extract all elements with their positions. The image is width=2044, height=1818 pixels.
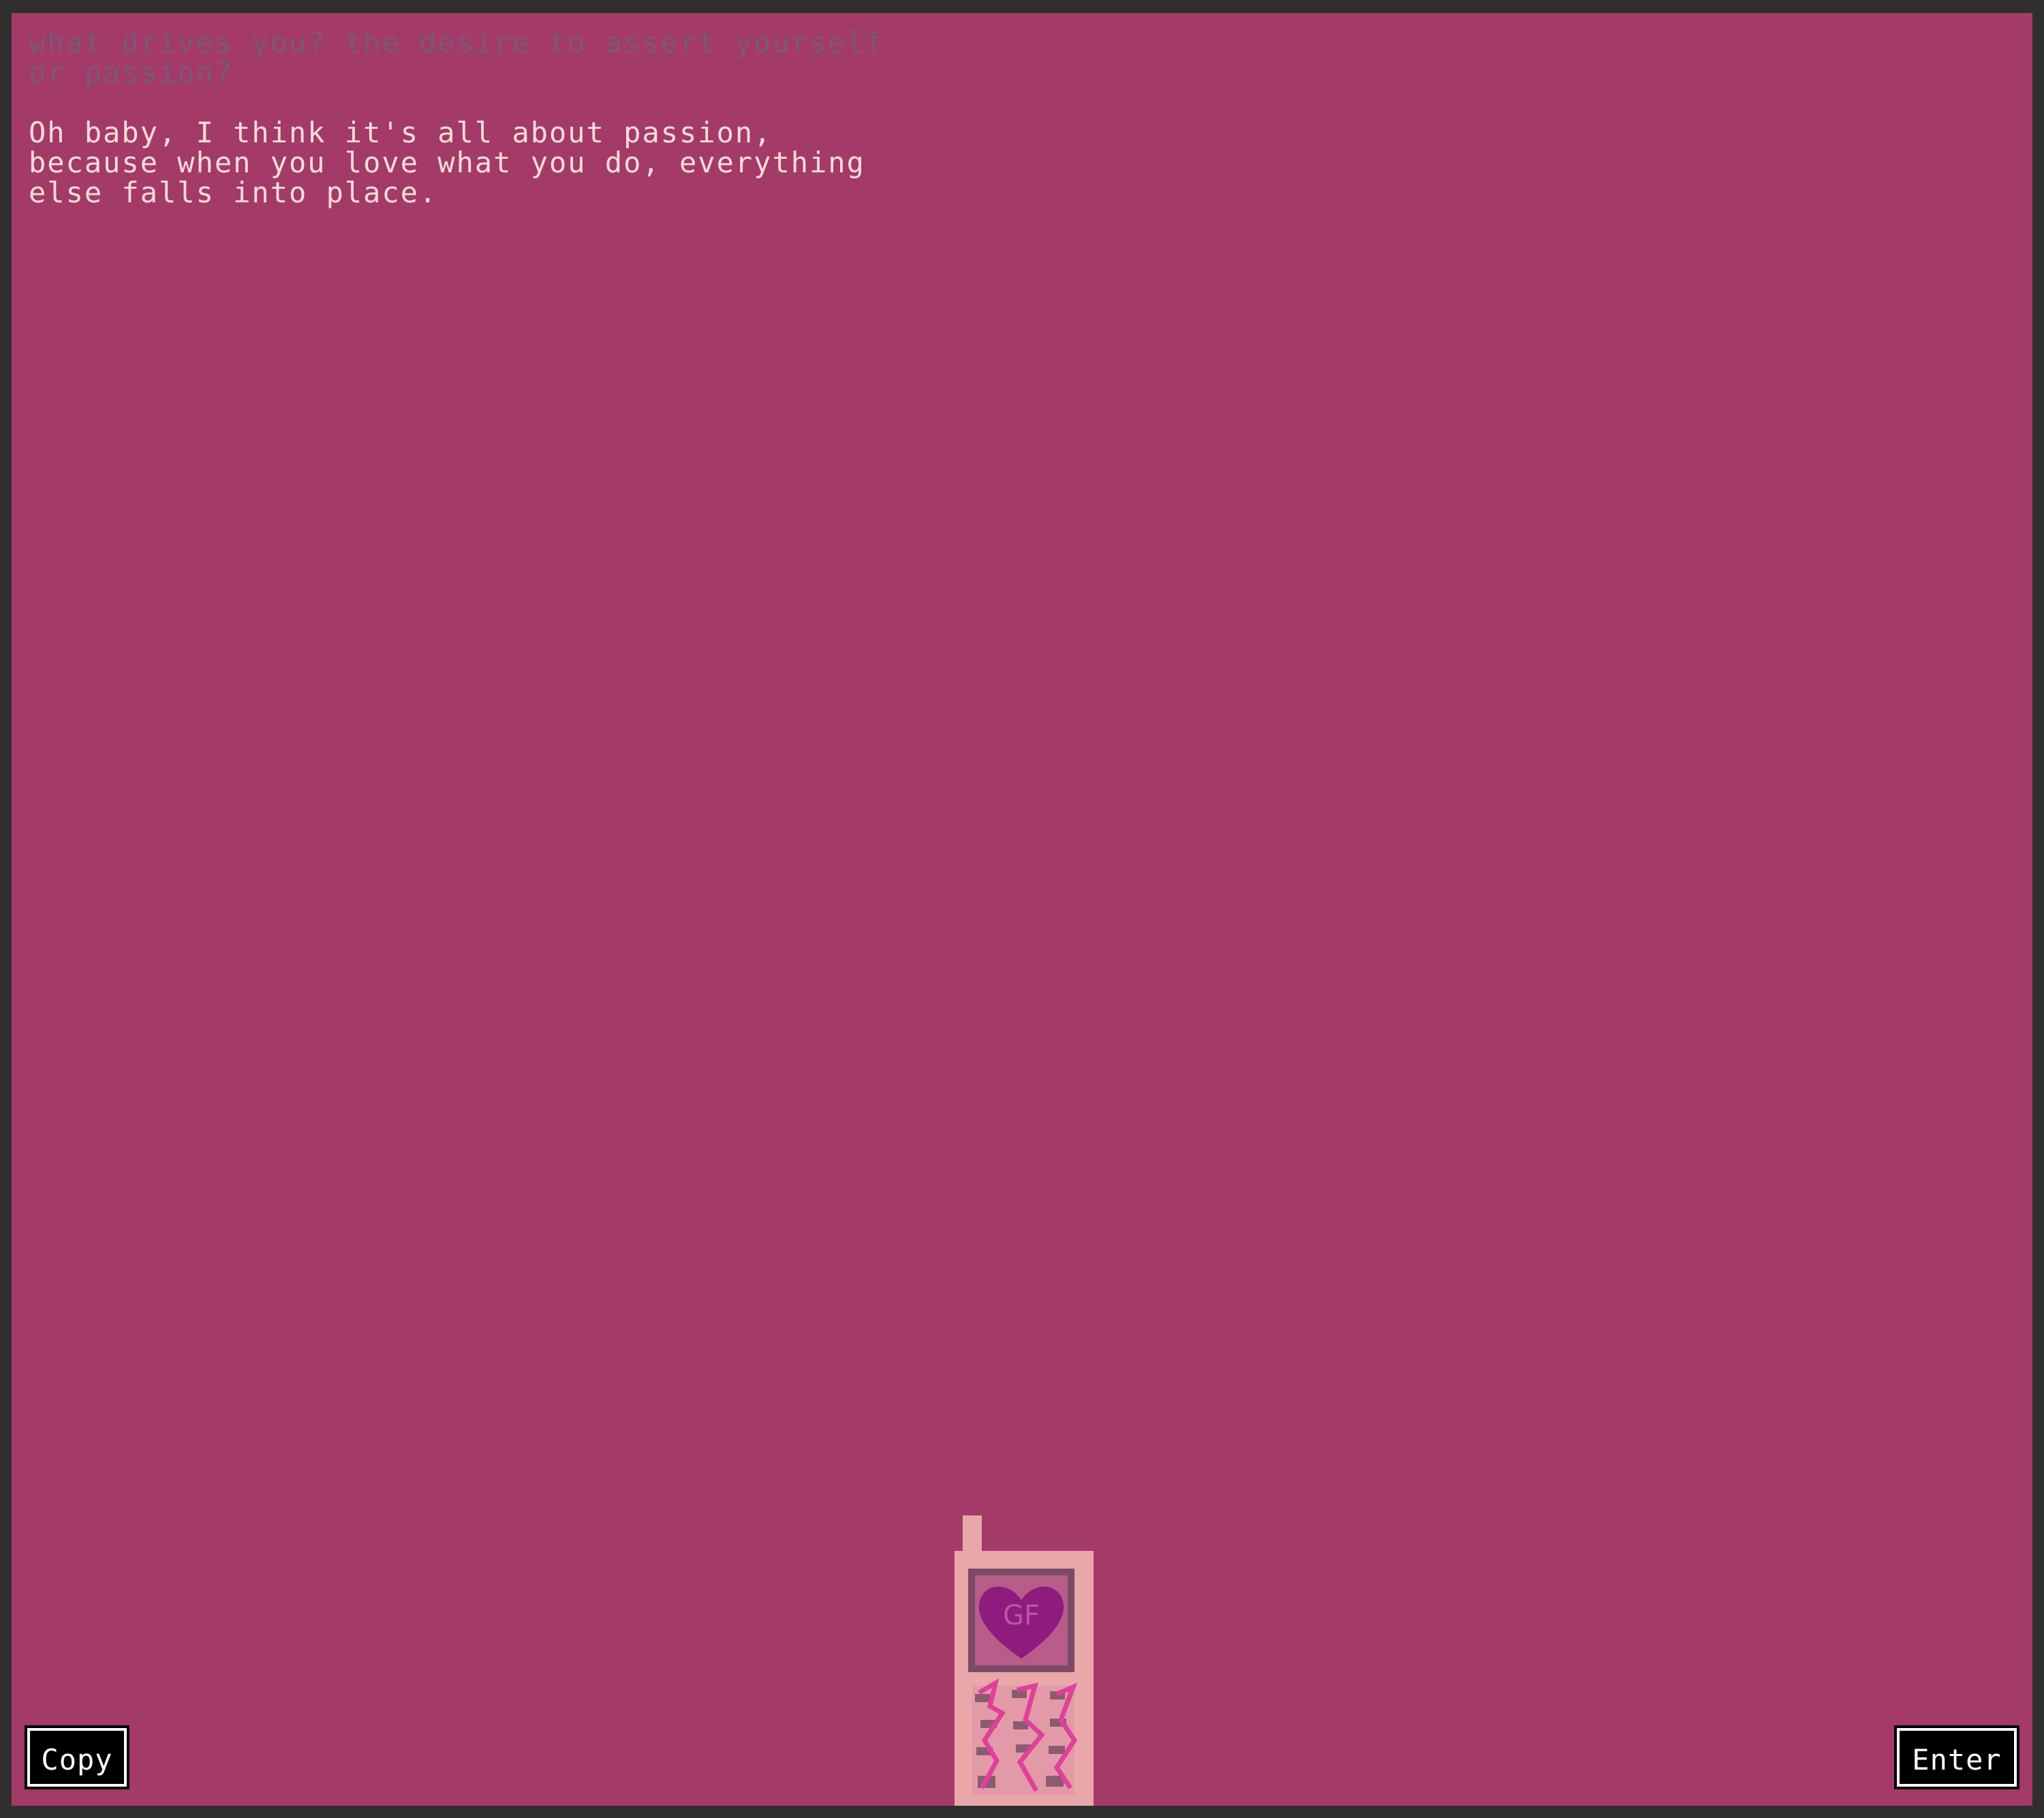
chat-screen: what drives you? the desire to assert yo… — [12, 13, 2032, 1806]
ai-reply-text: Oh baby, I think it's all about passion,… — [29, 116, 865, 209]
flip-phone-icon[interactable]: GF — [955, 1515, 1094, 1806]
phone-antenna — [963, 1515, 982, 1554]
phone-keypad — [972, 1678, 1078, 1795]
enter-button[interactable]: Enter — [1894, 1725, 2019, 1789]
window-frame: what drives you? the desire to assert yo… — [0, 0, 2044, 1818]
user-prompt-text: what drives you? the desire to assert yo… — [29, 26, 884, 89]
phone-logo: GF — [1003, 1600, 1040, 1631]
copy-button[interactable]: Copy — [25, 1725, 129, 1789]
